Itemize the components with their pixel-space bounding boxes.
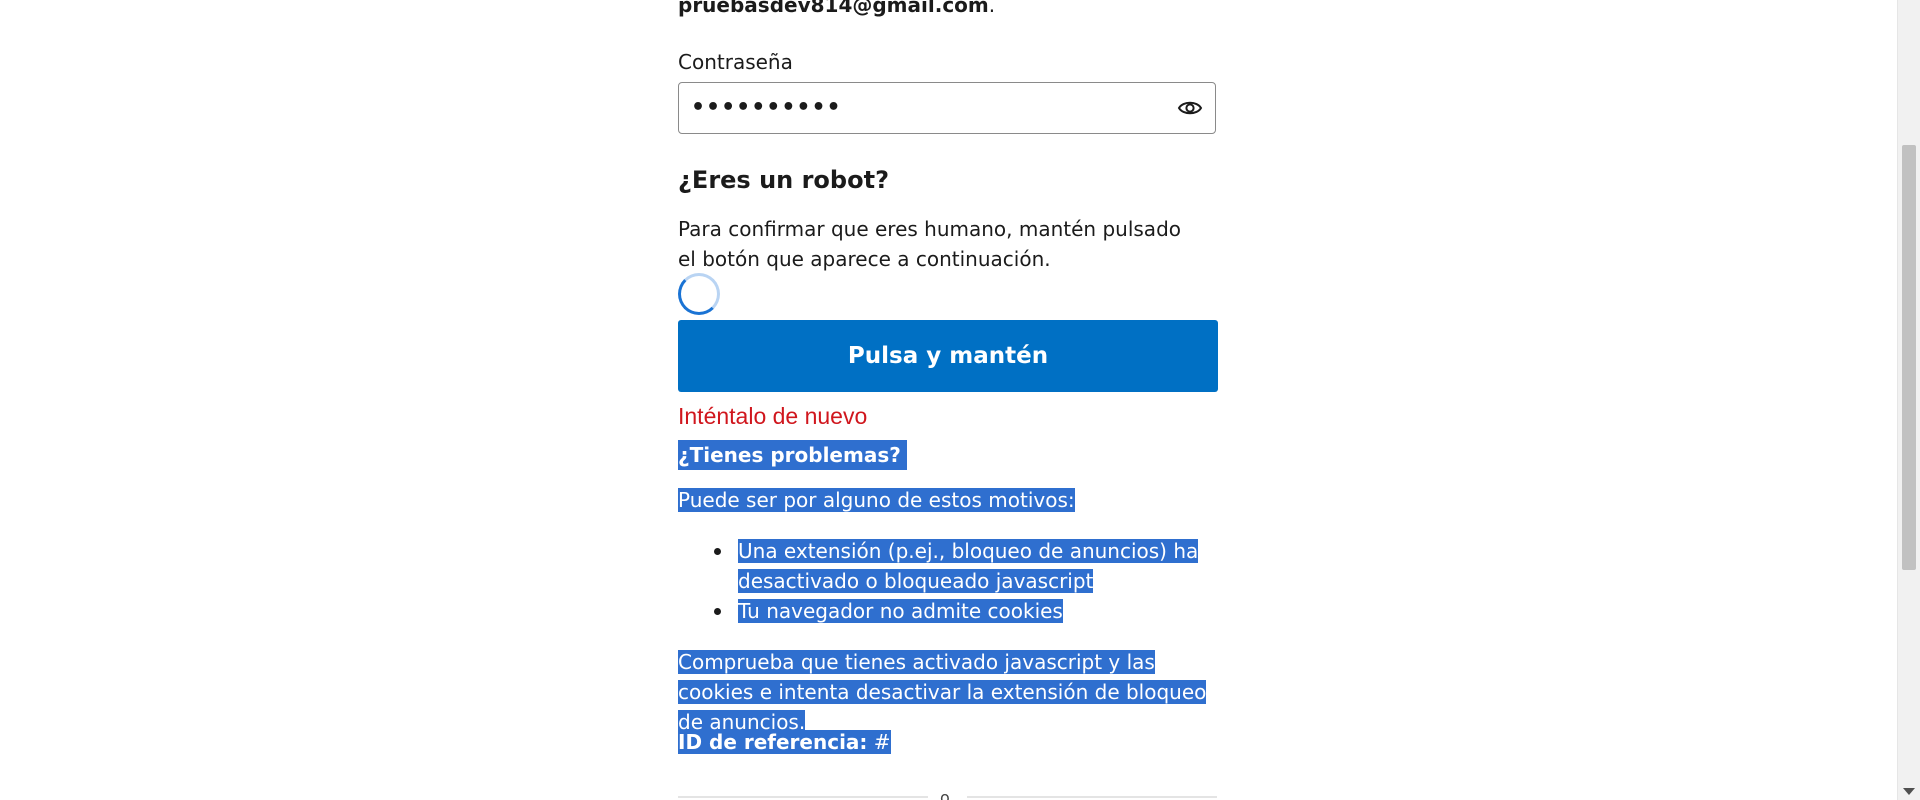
captcha-title: ¿Eres un robot? (678, 166, 889, 194)
help-advice-text: Comprueba que tienes activado javascript… (678, 650, 1207, 734)
account-email-suffix: . (988, 0, 996, 17)
account-email: pruebasdev814@gmail.com (678, 0, 989, 17)
captcha-error-message: Inténtalo de nuevo (678, 403, 868, 429)
help-reason-item: Tu navegador no admite cookies (714, 596, 1218, 626)
help-intro: Puede ser por alguno de estos motivos: (678, 485, 1075, 515)
reference-id-value: # (873, 730, 891, 754)
loading-spinner-icon (678, 273, 720, 315)
vertical-scrollbar[interactable] (1897, 0, 1920, 800)
divider-line-right (967, 796, 1217, 798)
help-advice: Comprueba que tienes activado javascript… (678, 647, 1218, 737)
password-masked-value: •••••••••• (691, 95, 842, 120)
reference-id: ID de referencia: # (678, 727, 891, 757)
scroll-down-arrow-icon[interactable] (1903, 788, 1915, 795)
password-label: Contraseña (678, 50, 793, 74)
reference-id-highlight: ID de referencia: # (678, 730, 891, 754)
account-email-line: pruebasdev814@gmail.com. (678, 0, 995, 18)
page: pruebasdev814@gmail.com. Contraseña ••••… (0, 0, 1920, 800)
help-intro-text: Puede ser por alguno de estos motivos: (678, 488, 1075, 512)
captcha-instructions: Para confirmar que eres humano, mantén p… (678, 217, 1181, 271)
help-reason-text: Tu navegador no admite cookies (738, 599, 1063, 623)
help-reason-text: Una extensión (p.ej., bloqueo de anuncio… (738, 539, 1199, 593)
press-and-hold-button[interactable]: Pulsa y mantén (678, 320, 1218, 392)
help-reason-list: Una extensión (p.ej., bloqueo de anuncio… (678, 536, 1218, 626)
divider-line-left (678, 796, 928, 798)
help-title: ¿Tienes problemas? (678, 440, 907, 470)
reference-id-label: ID de referencia: (678, 730, 868, 754)
eye-icon[interactable] (1177, 97, 1203, 119)
divider-text: o (940, 788, 950, 800)
password-field[interactable]: •••••••••• (678, 82, 1216, 134)
help-reason-item: Una extensión (p.ej., bloqueo de anuncio… (714, 536, 1218, 596)
scrollbar-thumb[interactable] (1902, 145, 1916, 570)
